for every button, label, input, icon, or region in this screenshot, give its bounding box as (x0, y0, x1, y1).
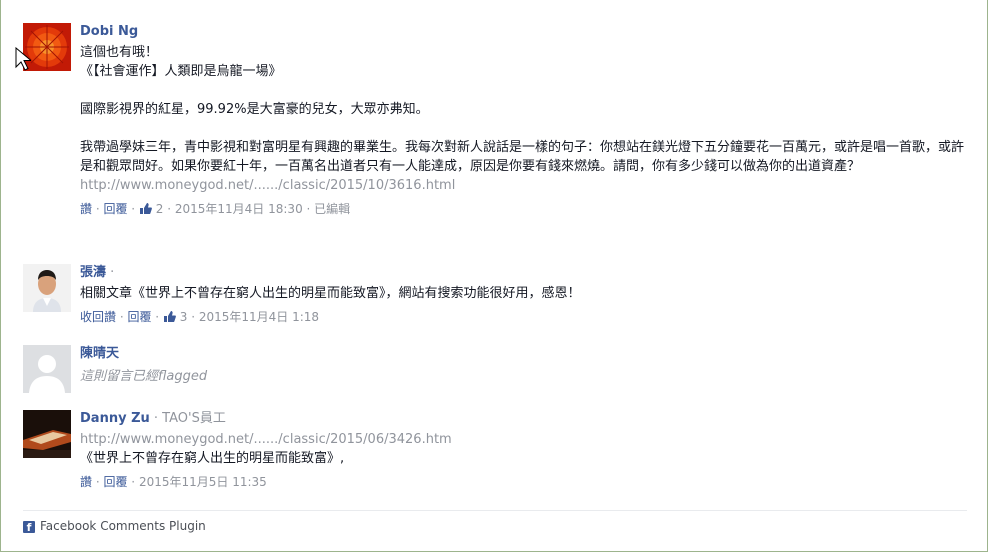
like-button[interactable]: 讚 (80, 475, 92, 489)
avatar[interactable] (23, 410, 71, 458)
avatar[interactable] (23, 345, 71, 393)
like-count: 2 (155, 202, 164, 216)
unlike-button[interactable]: 收回讚 (80, 310, 116, 324)
reply-button[interactable]: 回覆 (127, 310, 151, 324)
comment-actions: 收回讚 · 回覆 · 3 · 2015年11月4日 1:18 (80, 309, 970, 327)
comment-text: 這個也有哦！ 《【社會運作】人類即是烏龍一場》 國際影視界的紅星，99.92%是… (80, 45, 965, 174)
facebook-icon: f (23, 521, 35, 534)
comment-text: 相關文章《世界上不曾存在窮人出生的明星而能致富》，網站有搜索功能很好用，感恩！ (80, 286, 581, 301)
reply-button[interactable]: 回覆 (103, 475, 127, 489)
thumbs-up-icon (163, 310, 176, 327)
comment-author[interactable]: 張濤 · (80, 264, 970, 281)
comment-actions: 讚 · 回覆 · 2015年11月5日 11:35 (80, 475, 267, 489)
comment-link[interactable]: http://www.moneygod.net/....../classic/2… (80, 430, 970, 449)
comment-text: 《世界上不曾存在窮人出生的明星而能致富》, (80, 451, 345, 466)
thumbs-up-icon (139, 202, 152, 219)
like-count: 3 (179, 310, 188, 324)
facebook-plugin-link[interactable]: Facebook Comments Plugin (40, 519, 206, 533)
reply-button[interactable]: 回覆 (103, 202, 127, 216)
comment-author[interactable]: Dobi Ng (80, 23, 970, 40)
comment-link[interactable]: http://www.moneygod.net/....../classic/2… (80, 176, 970, 195)
comments-plugin-frame: Dobi Ng 這個也有哦！ 《【社會運作】人類即是烏龍一場》 國際影視界的紅星… (0, 0, 988, 552)
avatar[interactable] (23, 264, 71, 312)
comment-time[interactable]: 2015年11月4日 1:18 (199, 310, 319, 324)
comment-time[interactable]: 2015年11月5日 11:35 (139, 475, 267, 489)
like-button[interactable]: 讚 (80, 202, 92, 216)
edited-label: 已編輯 (314, 202, 351, 216)
mouse-pointer-icon (15, 46, 33, 75)
comment-time[interactable]: 2015年11月4日 18:30 (175, 202, 303, 216)
comment-actions: 讚 · 回覆 · 2 · 2015年11月4日 18:30 · 已編輯 (80, 201, 970, 219)
comment-author[interactable]: Danny Zu · TAO'S員工 (80, 410, 970, 427)
plugin-footer: f Facebook Comments Plugin (23, 510, 967, 534)
comment-author[interactable]: 陳晴天 (80, 345, 970, 362)
flagged-notice: 這則留言已經flagged (80, 369, 208, 384)
